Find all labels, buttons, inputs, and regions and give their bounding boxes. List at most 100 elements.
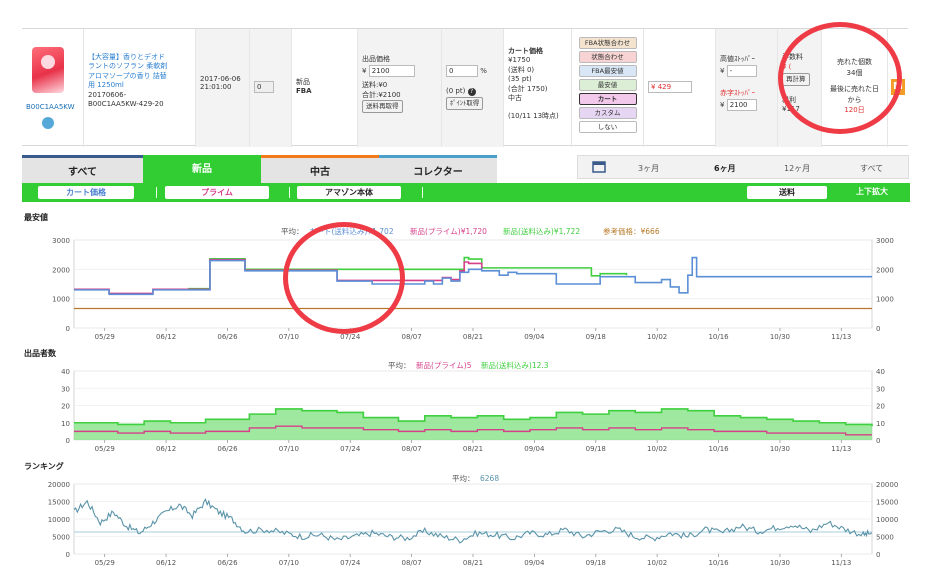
product-title-link[interactable]: 【大容量】香りとデオド ラントのソフラン 柔軟剤 アロマソープの香り 詰替 用 … (88, 53, 191, 91)
mode-fba-lowest-button[interactable]: FBA最安値 (578, 65, 637, 77)
x-tick-label: 07/24 (340, 559, 361, 567)
period-3m[interactable]: 3ヶ月 (638, 163, 659, 174)
high-stopper-label: 高値ｽﾄｯﾊﾟｰ (720, 55, 755, 63)
highlight-circle-price-spike (283, 222, 405, 334)
y-tick-label: 15000 (48, 499, 70, 507)
prime-icon (42, 117, 54, 129)
x-tick-label: 09/04 (524, 445, 545, 453)
y-tick-label: 2000 (52, 266, 70, 274)
price-label: 出品価格 (362, 55, 390, 63)
price-input[interactable]: 2100 (368, 64, 415, 77)
legend-prime-sellers: 新品(プライム)5 (416, 360, 472, 370)
listing-time: 21:01:00 (200, 83, 232, 91)
cart-updated-time: (10/11 13時点) (508, 111, 559, 120)
high-stopper-input[interactable]: - (726, 64, 757, 77)
legend-prime: 新品(プライム)¥1,720 (410, 226, 487, 236)
filter-shipping[interactable]: 送料 (747, 186, 827, 199)
filter-amazon[interactable]: アマゾン本体 (297, 186, 401, 199)
help-icon[interactable]: ? (467, 88, 476, 96)
y-tick-label: 3000 (52, 237, 70, 245)
y-tick-label-right: 10000 (876, 516, 898, 524)
x-tick-label: 10/02 (647, 333, 667, 341)
highlight-circle-sales (778, 22, 902, 134)
x-tick-label: 06/12 (156, 445, 176, 453)
y-tick-label: 30 (61, 385, 70, 393)
mode-fba-condition-button[interactable]: FBA状態合わせ (578, 37, 637, 49)
filter-prime[interactable]: プライム (165, 186, 269, 199)
x-tick-label: 05/29 (95, 559, 115, 567)
y-tick-label: 0 (66, 551, 70, 559)
series-area-new (74, 408, 872, 440)
sku-line: 20170606- (88, 90, 127, 99)
listing-date: 2017-06-06 (200, 75, 241, 83)
x-tick-label: 07/10 (279, 445, 299, 453)
y-tick-label: 0 (66, 437, 70, 445)
product-thumbnail[interactable] (32, 47, 64, 93)
mode-condition-button[interactable]: 状態合わせ (578, 51, 637, 63)
x-tick-label: 07/24 (340, 445, 361, 453)
condition-cell: 新品 FBA (292, 29, 358, 147)
chart-title-ranking: ランキング (24, 461, 64, 471)
recalc-shipping-button[interactable]: 送料再取得 (362, 100, 403, 114)
low-stopper-input[interactable]: 2100 (726, 98, 757, 111)
x-tick-label: 09/18 (586, 559, 606, 567)
y-tick-label: 10 (61, 420, 70, 428)
currency-symbol: ¥ (362, 66, 367, 75)
y-tick-label-right: 1000 (876, 296, 894, 304)
x-tick-label: 09/18 (586, 445, 606, 453)
get-points-button[interactable]: ﾎﾟｲﾝﾄ取得 (446, 96, 484, 110)
cart-price-line: ¥1750 (508, 56, 531, 65)
filter-cart-price[interactable]: カート価格 (38, 186, 134, 199)
x-tick-label: 06/26 (217, 559, 238, 567)
channel-label: FBA (296, 87, 312, 95)
period-6m[interactable]: 6ヶ月 (714, 163, 736, 174)
legend-ranking-average: 6268 (480, 474, 499, 483)
x-tick-label: 11/13 (831, 445, 851, 453)
y-tick-label-right: 0 (876, 551, 880, 559)
percent-sign: % (480, 67, 487, 75)
sku: 20170606- B00C1AA5KW-429-20 (88, 91, 191, 110)
mode-cart-button[interactable]: カート (578, 93, 637, 105)
x-tick-label: 08/21 (463, 445, 483, 453)
tab-new[interactable]: 新品 (143, 155, 261, 183)
title-line: 用 1250ml (88, 81, 124, 90)
product-title-cell: 【大容量】香りとデオド ラントのソフラン 柔軟剤 アロマソープの香り 詰替 用 … (84, 29, 196, 147)
cart-price-header: カート価格 (508, 47, 543, 55)
percent-cell: 0 % (0 pt) ? ﾎﾟｲﾝﾄ取得 (442, 29, 504, 147)
y-tick-label: 5000 (52, 534, 70, 542)
cart-price-line: 中古 (508, 94, 522, 103)
mode-custom-button[interactable]: カスタム (578, 107, 637, 119)
total-text: 合計:¥2100 (362, 90, 401, 99)
x-tick-label: 06/12 (156, 333, 176, 341)
y-tick-label-right: 20000 (876, 481, 898, 489)
mode-none-button[interactable]: しない (578, 121, 637, 133)
cart-price-line: (35 pt) (508, 75, 532, 84)
y-tick-label: 20000 (48, 481, 70, 489)
x-tick-label: 07/10 (279, 559, 299, 567)
mode-lowest-button[interactable]: 最安値 (578, 79, 637, 91)
x-tick-label: 10/16 (708, 559, 729, 567)
y-tick-label-right: 10 (876, 420, 885, 428)
vertical-zoom-toggle[interactable]: 上下拡大 (856, 186, 888, 197)
x-tick-label: 10/30 (770, 445, 790, 453)
tab-collector[interactable]: コレクター (379, 155, 497, 183)
calendar-icon[interactable] (592, 160, 606, 173)
condition-label: 新品 (296, 78, 310, 86)
asin-link[interactable]: B00C1AA5KW (26, 103, 75, 111)
tab-used[interactable]: 中古 (261, 155, 379, 183)
period-12m[interactable]: 12ヶ月 (784, 163, 810, 174)
percent-input[interactable]: 0 (446, 65, 478, 77)
ranking-chart: ランキング 平均： 6268 0 0 5000 5000 10000 10000 15000… (24, 461, 898, 567)
product-image-cell: B00C1AA5KW (22, 29, 84, 147)
tab-all[interactable]: すべて (22, 155, 143, 183)
y-tick-label: 40 (61, 368, 70, 376)
qty-input[interactable]: 0 (254, 81, 274, 93)
period-all[interactable]: すべて (860, 163, 883, 174)
x-tick-label: 10/30 (770, 333, 790, 341)
red-price-input[interactable]: ¥ 429 (648, 81, 692, 93)
cart-price-line: (合計 1750) (508, 84, 548, 93)
x-tick-label: 07/10 (279, 333, 299, 341)
red-price-cell: ¥ 429 (644, 29, 716, 147)
x-tick-label: 10/02 (647, 559, 667, 567)
y-tick-label-right: 30 (876, 385, 885, 393)
